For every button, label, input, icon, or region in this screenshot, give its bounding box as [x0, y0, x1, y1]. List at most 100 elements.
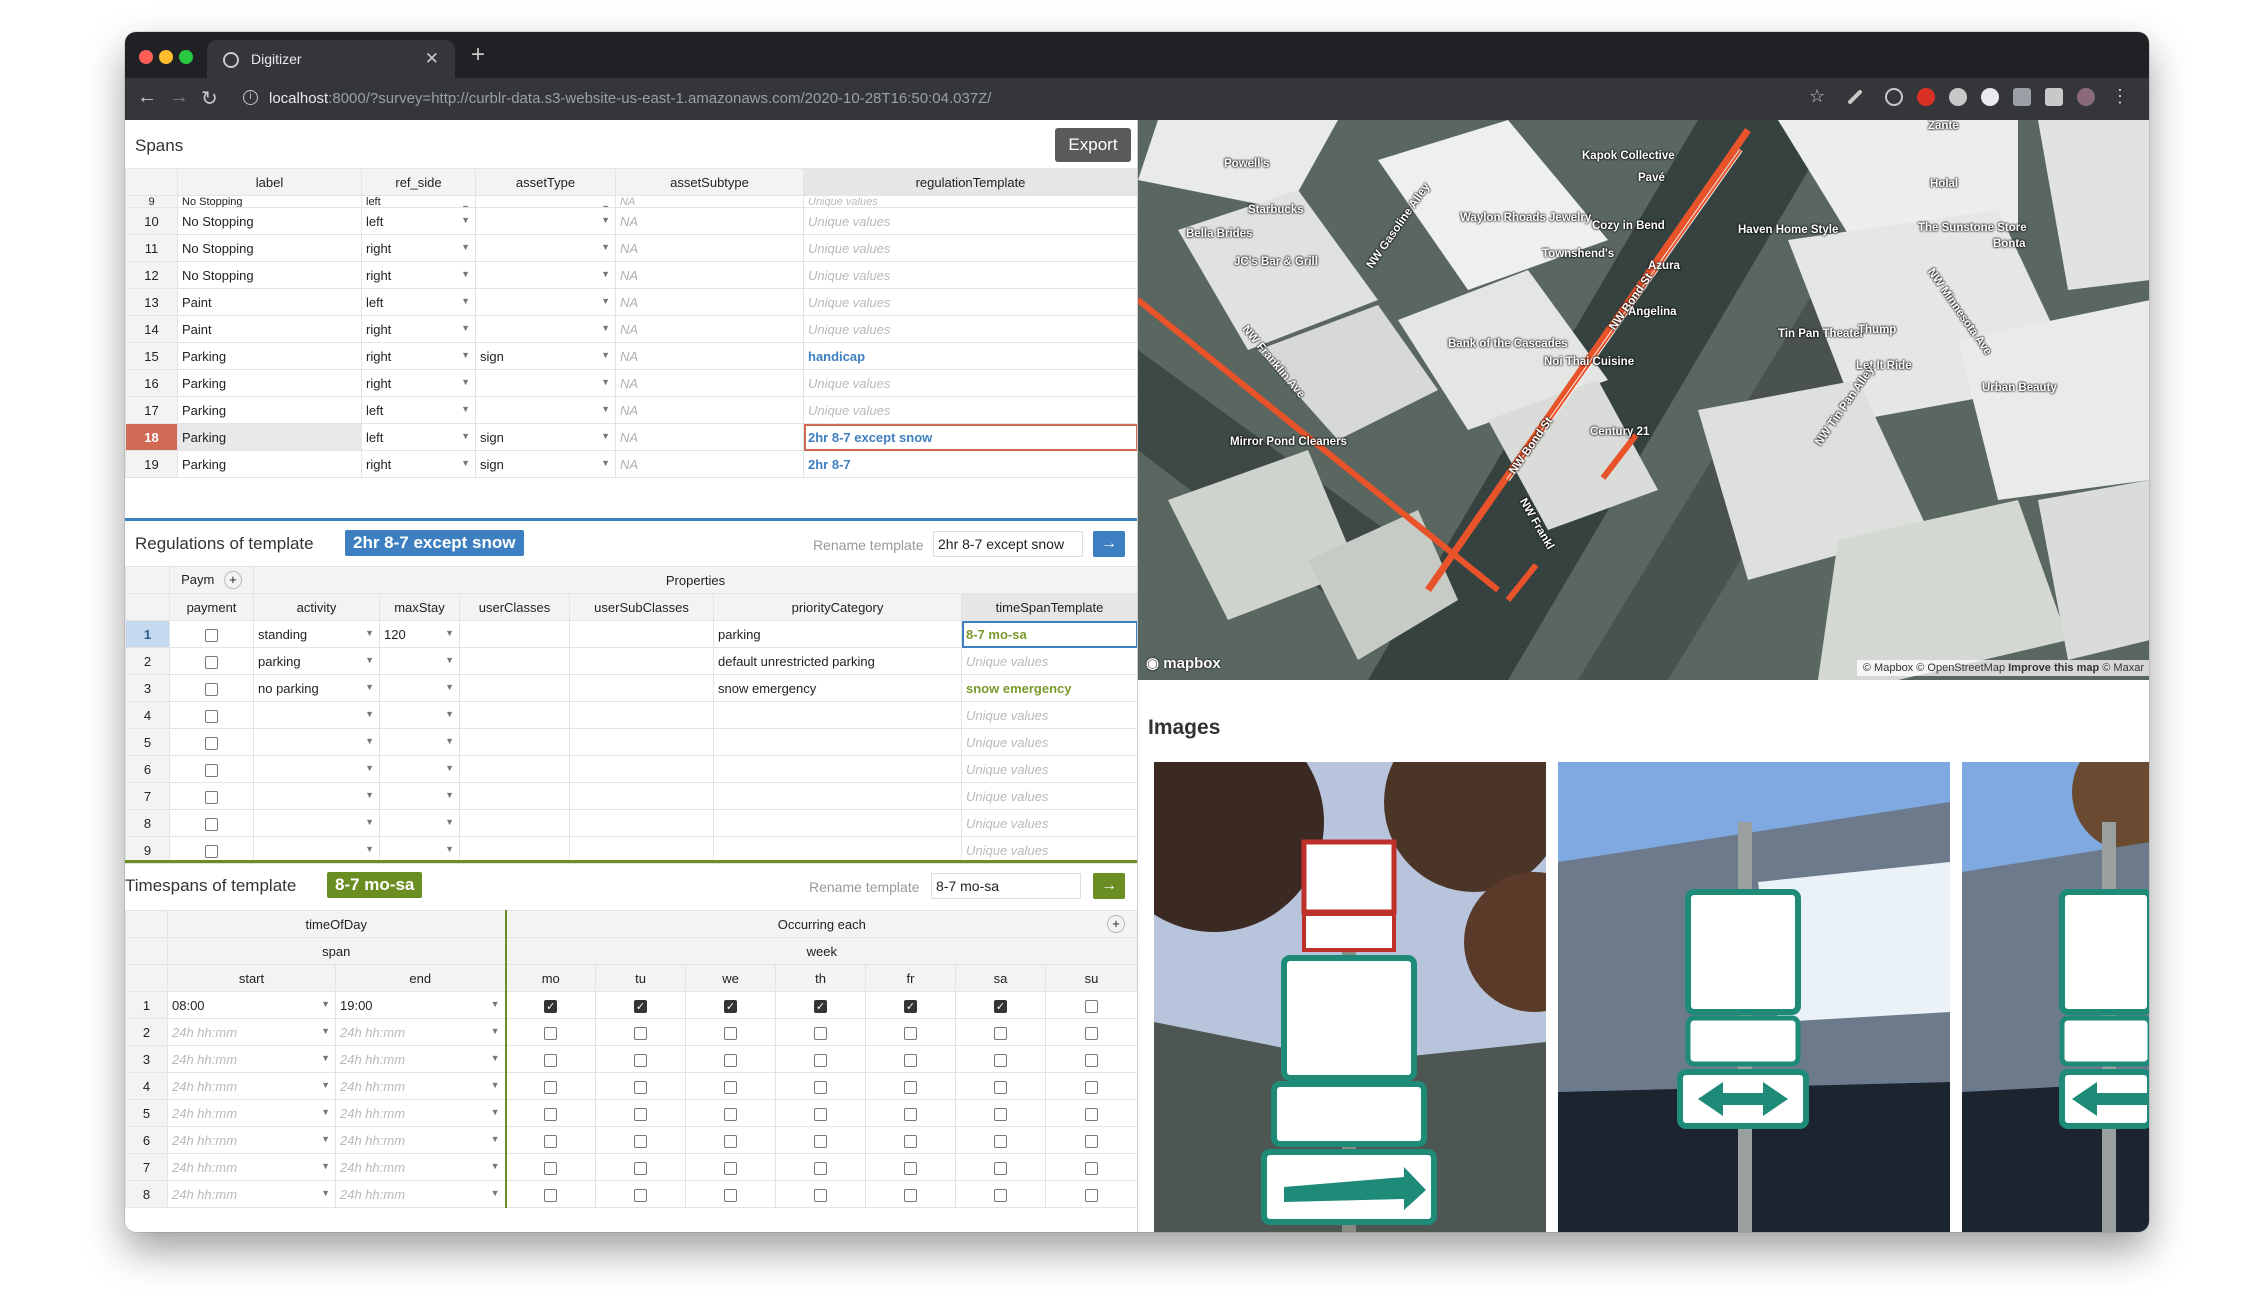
day-sa-cell[interactable]: [955, 1045, 1046, 1073]
max-stay-select[interactable]: 120: [379, 620, 460, 648]
day-th-checkbox[interactable]: [814, 1080, 827, 1094]
timespan-row[interactable]: 108:0019:00 ✓ ✓ ✓ ✓ ✓ ✓: [125, 991, 1137, 1019]
day-mo-cell[interactable]: [504, 1126, 596, 1154]
timespan-template-cell[interactable]: Unique values: [961, 728, 1137, 756]
ref-side-select[interactable]: left: [361, 288, 476, 316]
sign-photo-3[interactable]: [1962, 762, 2149, 1232]
row-number[interactable]: 14: [125, 315, 178, 343]
asset-subtype-cell[interactable]: NA: [615, 315, 804, 343]
row-number[interactable]: 19: [125, 450, 178, 478]
day-th-cell[interactable]: ✓: [775, 991, 866, 1019]
row-number[interactable]: 13: [125, 288, 178, 316]
user-classes-cell[interactable]: [459, 809, 570, 837]
asset-subtype-cell[interactable]: NA: [615, 261, 804, 289]
row-number[interactable]: 18: [125, 423, 178, 451]
activity-select[interactable]: [253, 701, 380, 729]
span-row[interactable]: 18ParkingleftsignNA2hr 8-7 except snow: [125, 423, 1137, 451]
col-header-ref-side[interactable]: ref_side: [361, 168, 476, 196]
day-tu-checkbox[interactable]: ✓: [634, 999, 647, 1013]
col-header-asset-subtype[interactable]: assetSubtype: [615, 168, 804, 196]
day-th-checkbox[interactable]: [814, 1026, 827, 1040]
asset-type-select[interactable]: [475, 369, 616, 397]
day-mo-cell[interactable]: [504, 1099, 596, 1127]
payment-checkbox[interactable]: [205, 628, 218, 642]
timespan-row[interactable]: 624h hh:mm24h hh:mm: [125, 1126, 1137, 1154]
row-number[interactable]: 2: [125, 647, 170, 675]
payment-checkbox[interactable]: [205, 844, 218, 858]
span-row[interactable]: 16Parkingright NAUnique values: [125, 369, 1137, 397]
day-fr-checkbox[interactable]: [904, 1107, 917, 1121]
day-sa-cell[interactable]: ✓: [955, 991, 1046, 1019]
attribution-text[interactable]: © Mapbox © OpenStreetMap: [1863, 662, 2005, 674]
asset-type-select[interactable]: sign: [475, 423, 616, 451]
day-sa-checkbox[interactable]: [994, 1107, 1007, 1121]
timespan-template-cell[interactable]: Unique values: [961, 782, 1137, 810]
regulation-template-cell[interactable]: handicap: [803, 342, 1137, 370]
day-we-cell[interactable]: [685, 1018, 776, 1046]
start-time-input[interactable]: 24h hh:mm: [167, 1045, 336, 1073]
day-tu-cell[interactable]: [595, 1018, 686, 1046]
ref-side-select[interactable]: left: [361, 396, 476, 424]
payment-checkbox[interactable]: [205, 736, 218, 750]
day-tu-cell[interactable]: [595, 1045, 686, 1073]
activity-select[interactable]: [253, 782, 380, 810]
day-sa-checkbox[interactable]: [994, 1188, 1007, 1202]
row-number[interactable]: 6: [125, 755, 170, 783]
start-time-input[interactable]: 24h hh:mm: [167, 1153, 336, 1181]
day-sa-cell[interactable]: [955, 1099, 1046, 1127]
day-tu-cell[interactable]: [595, 1072, 686, 1100]
label-cell[interactable]: No Stopping: [177, 234, 362, 262]
max-stay-select[interactable]: [379, 782, 460, 810]
regulation-template-cell[interactable]: Unique values: [803, 315, 1137, 343]
day-tu-cell[interactable]: [595, 1153, 686, 1181]
day-we-checkbox[interactable]: ✓: [724, 999, 737, 1013]
asset-subtype-cell[interactable]: NA: [615, 423, 804, 451]
max-stay-select[interactable]: [379, 701, 460, 729]
asset-type-select[interactable]: [475, 195, 616, 208]
satellite-map[interactable]: Zante Powell's Kapok Collective Pavé Holal St…: [1138, 120, 2149, 680]
day-mo-cell[interactable]: [504, 1180, 596, 1208]
timespan-template-cell[interactable]: Unique values: [961, 701, 1137, 729]
payment-cell[interactable]: [169, 701, 254, 729]
regulations-rename-input[interactable]: [933, 531, 1083, 557]
day-mo-checkbox[interactable]: [544, 1107, 558, 1121]
priority-category-cell[interactable]: [713, 809, 962, 837]
col-header-sa[interactable]: sa: [955, 964, 1046, 992]
priority-category-cell[interactable]: [713, 782, 962, 810]
day-su-checkbox[interactable]: [1085, 1161, 1099, 1175]
day-fr-cell[interactable]: [865, 1153, 956, 1181]
payment-checkbox[interactable]: [205, 763, 218, 777]
asset-subtype-cell[interactable]: NA: [615, 207, 804, 235]
info-icon[interactable]: i: [243, 90, 258, 105]
payment-cell[interactable]: [169, 728, 254, 756]
activity-select[interactable]: standing: [253, 620, 380, 648]
span-row[interactable]: 15ParkingrightsignNAhandicap: [125, 342, 1137, 370]
span-row[interactable]: 11No Stoppingright NAUnique values: [125, 234, 1137, 262]
start-time-input[interactable]: 24h hh:mm: [167, 1180, 336, 1208]
ref-side-select[interactable]: right: [361, 369, 476, 397]
col-header-regulation-template[interactable]: regulationTemplate: [803, 168, 1137, 196]
payment-cell[interactable]: [169, 620, 254, 648]
timespan-row[interactable]: 824h hh:mm24h hh:mm: [125, 1180, 1137, 1208]
span-row[interactable]: 17Parkingleft NAUnique values: [125, 396, 1137, 424]
g-extension-icon[interactable]: [2013, 88, 2031, 106]
ref-side-select[interactable]: left: [361, 195, 476, 208]
minimize-window-icon[interactable]: [159, 50, 173, 64]
reload-icon[interactable]: ↻: [201, 86, 218, 111]
label-cell[interactable]: Parking: [177, 342, 362, 370]
day-fr-checkbox[interactable]: [904, 1080, 917, 1094]
activity-select[interactable]: parking: [253, 647, 380, 675]
col-header-th[interactable]: th: [775, 964, 866, 992]
sign-photo-2[interactable]: [1558, 762, 1950, 1232]
col-header-fr[interactable]: fr: [865, 964, 956, 992]
payment-checkbox[interactable]: [205, 790, 218, 804]
puzzle-extensions-icon[interactable]: [2045, 88, 2063, 106]
day-mo-checkbox[interactable]: [544, 1161, 558, 1175]
label-cell[interactable]: Parking: [177, 450, 362, 478]
start-time-input[interactable]: 24h hh:mm: [167, 1018, 336, 1046]
label-cell[interactable]: No Stopping: [177, 261, 362, 289]
day-mo-checkbox[interactable]: [544, 1080, 558, 1094]
regulations-rename-arrow-icon[interactable]: →: [1093, 531, 1125, 557]
day-fr-checkbox[interactable]: [904, 1134, 917, 1148]
add-occurrence-icon[interactable]: +: [1107, 915, 1126, 933]
